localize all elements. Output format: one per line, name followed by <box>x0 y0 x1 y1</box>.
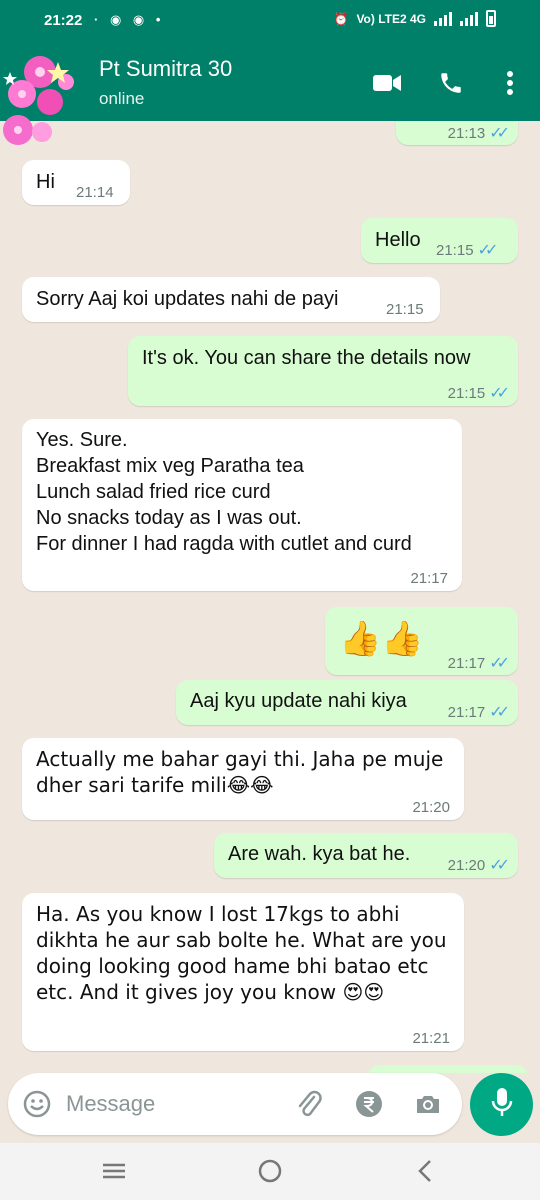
avatar[interactable] <box>0 32 92 160</box>
read-ticks-icon: ✓✓ <box>489 857 510 874</box>
message-text: Actually me bahar gayi thi. Jaha pe muje… <box>36 747 444 797</box>
message-meta: 21:13 ✓✓ <box>447 121 510 147</box>
message-text: It's ok. You can share the details now <box>142 347 471 369</box>
message-text: 👍👍 <box>339 619 424 659</box>
message-time: 21:20 <box>447 857 486 874</box>
read-ticks-icon: ✓✓ <box>489 385 510 402</box>
message-placeholder: Message <box>66 1091 156 1116</box>
signal-2-icon <box>460 11 478 26</box>
message-time: 21:15 <box>447 385 486 402</box>
message-bubble-outgoing[interactable]: Aaj kyu update nahi kiya 21:17 ✓✓ <box>176 680 518 725</box>
message-text: Ha. As you know I lost 17kgs to abhi dik… <box>36 902 447 1004</box>
message-text: Are wah. kya bat he. <box>228 843 411 865</box>
message-meta: 21:21 <box>412 1026 450 1052</box>
contact-name[interactable]: Pt Sumitra 30 <box>99 56 232 82</box>
message-bubble-outgoing[interactable] <box>368 1065 528 1073</box>
message-meta: 21:15 ✓✓ <box>447 381 510 407</box>
message-bubble-outgoing[interactable]: D 21:13 ✓✓ <box>396 121 518 145</box>
alarm-icon: ⏰ <box>333 11 349 26</box>
message-time: 21:17 <box>410 570 448 587</box>
message-text: Hello <box>375 229 421 251</box>
message-time: 21:17 <box>447 655 486 672</box>
status-time: 21:22 <box>44 12 83 29</box>
paperclip-icon[interactable] <box>294 1089 324 1124</box>
message-meta: 21:17 ✓✓ <box>447 700 510 726</box>
message-meta: 21:15 ✓✓ <box>436 238 499 264</box>
rupee-icon[interactable] <box>354 1089 384 1124</box>
mic-icon <box>490 1086 514 1123</box>
message-text: D <box>410 121 424 123</box>
home-icon[interactable] <box>256 1157 284 1190</box>
emoji-icon[interactable] <box>22 1089 52 1124</box>
read-ticks-icon: ✓✓ <box>477 242 499 259</box>
message-time: 21:15 <box>386 301 424 318</box>
read-ticks-icon: ✓✓ <box>489 655 510 672</box>
phone-icon[interactable] <box>434 66 468 100</box>
message-bubble-incoming[interactable]: Hi 21:14 <box>22 160 130 205</box>
message-bubble-incoming[interactable]: Sorry Aaj koi updates nahi de payi 21:15 <box>22 277 440 322</box>
composer-bar: Message <box>0 1073 540 1143</box>
system-nav-bar <box>0 1143 540 1200</box>
signal-icon <box>434 11 452 26</box>
message-bubble-incoming[interactable]: Actually me bahar gayi thi. Jaha pe muje… <box>22 738 464 820</box>
message-meta: 21:15 <box>386 297 424 323</box>
message-time: 21:17 <box>447 704 486 721</box>
message-text: Aaj kyu update nahi kiya <box>190 690 407 712</box>
message-time: 21:20 <box>412 799 450 816</box>
network-label: Vo) LTE2 4G <box>356 11 426 26</box>
message-time: 21:14 <box>76 184 114 201</box>
message-bubble-outgoing[interactable]: Are wah. kya bat he. 21:20 ✓✓ <box>214 833 518 878</box>
message-bubble-outgoing[interactable]: Hello 21:15 ✓✓ <box>361 218 518 263</box>
message-input[interactable]: Message <box>8 1073 462 1135</box>
message-bubble-incoming[interactable]: Ha. As you know I lost 17kgs to abhi dik… <box>22 893 464 1051</box>
message-bubble-incoming[interactable]: Yes. Sure. Breakfast mix veg Paratha tea… <box>22 419 462 591</box>
mic-button[interactable] <box>470 1073 533 1136</box>
message-meta: 21:14 <box>76 180 114 206</box>
message-text: Yes. Sure. Breakfast mix veg Paratha tea… <box>36 429 412 555</box>
message-text: Sorry Aaj koi updates nahi de payi <box>36 288 339 310</box>
more-vertical-icon[interactable] <box>493 66 527 100</box>
status-right: ⏰ Vo) LTE2 4G <box>333 10 496 27</box>
read-ticks-icon: ✓✓ <box>489 125 510 142</box>
message-time: 21:15 <box>436 242 474 259</box>
message-time: 21:13 <box>447 125 486 142</box>
chat-header: 21:22 · ◉ ◉ • ⏰ Vo) LTE2 4G ← Pt Sumitra… <box>0 0 540 145</box>
battery-icon <box>486 10 496 27</box>
message-list[interactable]: D 21:13 ✓✓ Hi 21:14 Hello 21:15 ✓✓ Sorry… <box>0 121 540 1073</box>
message-bubble-outgoing[interactable]: 👍👍 21:17 ✓✓ <box>325 607 518 675</box>
message-meta: 21:17 ✓✓ <box>447 651 510 677</box>
contact-status: online <box>99 89 145 108</box>
message-meta: 21:20 <box>412 795 450 821</box>
back-nav-icon[interactable] <box>412 1157 440 1190</box>
message-text: Hi <box>36 171 55 193</box>
notification-icons: · ◉ ◉ • <box>94 12 165 27</box>
message-time: 21:21 <box>412 1030 450 1047</box>
recent-apps-icon[interactable] <box>100 1157 128 1190</box>
read-ticks-icon: ✓✓ <box>489 704 510 721</box>
message-meta: 21:20 ✓✓ <box>447 853 510 879</box>
video-call-icon[interactable] <box>370 66 404 100</box>
message-meta: 21:17 <box>410 566 448 592</box>
message-bubble-outgoing[interactable]: It's ok. You can share the details now 2… <box>128 336 518 406</box>
camera-icon[interactable] <box>413 1089 443 1124</box>
